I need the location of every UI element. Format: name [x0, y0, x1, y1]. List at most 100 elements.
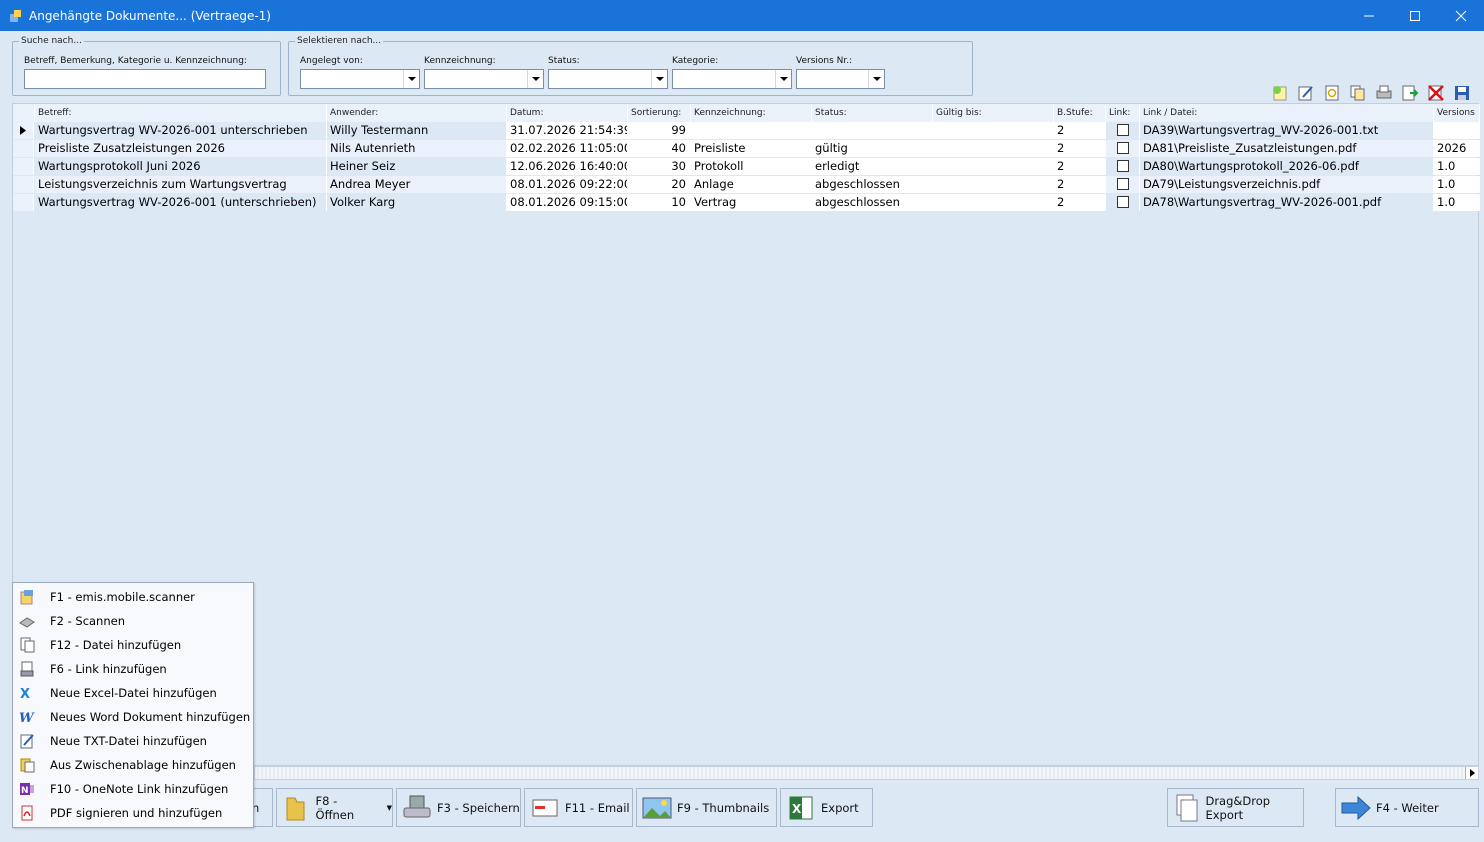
menu-item[interactable]: X Neue Excel-Datei hinzufügen [13, 681, 253, 705]
kennzeichnung-select[interactable] [424, 69, 544, 89]
cell-betreff[interactable]: Wartungsprotokoll Juni 2026 [35, 158, 327, 175]
cell-bstufe[interactable]: 2 [1054, 194, 1106, 211]
header-gueltig[interactable]: Gültig bis: [933, 104, 1054, 122]
link-checkbox[interactable] [1117, 196, 1129, 208]
cell-betreff[interactable]: Preisliste Zusatzleistungen 2026 [35, 140, 327, 157]
cell-anwender[interactable]: Heiner Seiz [327, 158, 507, 175]
cell-datum[interactable]: 02.02.2026 11:05:00 [507, 140, 628, 157]
save-icon[interactable] [1450, 83, 1474, 103]
header-kennzeichnung[interactable]: Kennzeichnung: [691, 104, 812, 122]
angelegt-select[interactable] [300, 69, 420, 89]
cell-status[interactable] [812, 122, 933, 139]
cell-anwender[interactable]: Willy Testermann [327, 122, 507, 139]
cell-version[interactable]: 1.0 [1434, 176, 1480, 193]
next-button[interactable]: F4 - Weiter [1335, 788, 1479, 827]
dragdrop-export-button[interactable]: Drag&Drop Export [1167, 788, 1304, 827]
header-anwender[interactable]: Anwender: [327, 104, 507, 122]
menu-item[interactable]: N F10 - OneNote Link hinzufügen [13, 777, 253, 801]
cell-version[interactable] [1434, 122, 1480, 139]
close-icon[interactable] [1438, 0, 1484, 31]
cell-datum[interactable]: 31.07.2026 21:54:39 [507, 122, 628, 139]
row-selector[interactable] [13, 158, 34, 175]
cell-datei[interactable]: DA80\Wartungsprotokoll_2026-06.pdf [1140, 158, 1434, 175]
cell-bstufe[interactable]: 2 [1054, 140, 1106, 157]
delete-icon[interactable] [1424, 83, 1448, 103]
cell-kennzeichnung[interactable] [691, 122, 812, 139]
link-checkbox[interactable] [1117, 160, 1129, 172]
table-row[interactable]: Wartungsvertrag WV-2026-001 unterschrieb… [13, 122, 1480, 140]
link-checkbox[interactable] [1117, 142, 1129, 154]
email-button[interactable]: F11 - Email [524, 788, 633, 827]
header-link[interactable]: Link: [1106, 104, 1140, 122]
cell-gueltig[interactable] [933, 194, 1054, 211]
link-checkbox[interactable] [1117, 124, 1129, 136]
menu-item[interactable]: F2 - Scannen [13, 609, 253, 633]
cell-sortierung[interactable]: 10 [628, 194, 691, 211]
cell-sortierung[interactable]: 40 [628, 140, 691, 157]
new-document-icon[interactable] [1268, 83, 1292, 103]
table-row[interactable]: Preisliste Zusatzleistungen 2026 Nils Aut… [13, 140, 1480, 158]
cell-anwender[interactable]: Andrea Meyer [327, 176, 507, 193]
open-button[interactable]: F8 - Öffnen ▼ [276, 788, 393, 827]
cell-kennzeichnung[interactable]: Protokoll [691, 158, 812, 175]
cell-betreff[interactable]: Wartungsvertrag WV-2026-001 (unterschrie… [35, 194, 327, 211]
cell-kennzeichnung[interactable]: Preisliste [691, 140, 812, 157]
cell-datei[interactable]: DA78\Wartungsvertrag_WV-2026-001.pdf [1140, 194, 1434, 211]
table-row[interactable]: Wartungsprotokoll Juni 2026 Heiner Seiz 12… [13, 158, 1480, 176]
copy-icon[interactable] [1346, 83, 1370, 103]
horizontal-scrollbar[interactable] [254, 766, 1479, 780]
scroll-right-icon[interactable] [1465, 767, 1478, 779]
cell-status[interactable]: abgeschlossen [812, 194, 933, 211]
cell-gueltig[interactable] [933, 158, 1054, 175]
kategorie-select[interactable] [672, 69, 792, 89]
cell-anwender[interactable]: Nils Autenrieth [327, 140, 507, 157]
cell-datei[interactable]: DA79\Leistungsverzeichnis.pdf [1140, 176, 1434, 193]
export-button[interactable]: X Export [780, 788, 873, 827]
current-row-arrow-icon[interactable] [13, 122, 34, 139]
row-selector[interactable] [13, 194, 34, 211]
minimize-icon[interactable] [1346, 0, 1392, 31]
row-selector[interactable] [13, 176, 34, 193]
header-datum[interactable]: Datum: [507, 104, 628, 122]
row-selector[interactable] [13, 140, 34, 157]
menu-item[interactable]: PDF signieren und hinzufügen [13, 801, 253, 825]
cell-betreff[interactable]: Wartungsvertrag WV-2026-001 unterschrieb… [35, 122, 327, 139]
dropdown-arrow-icon[interactable]: ▼ [387, 804, 392, 812]
cell-datum[interactable]: 12.06.2026 16:40:00 [507, 158, 628, 175]
cell-kennzeichnung[interactable]: Vertrag [691, 194, 812, 211]
header-versions[interactable]: Versions [1434, 104, 1480, 122]
cell-anwender[interactable]: Volker Karg [327, 194, 507, 211]
cell-gueltig[interactable] [933, 122, 1054, 139]
cell-bstufe[interactable]: 2 [1054, 176, 1106, 193]
cell-datum[interactable]: 08.01.2026 09:15:00 [507, 194, 628, 211]
menu-item[interactable]: W Neues Word Dokument hinzufügen [13, 705, 253, 729]
chevron-down-icon[interactable] [651, 70, 667, 88]
header-status[interactable]: Status: [812, 104, 933, 122]
header-datei[interactable]: Link / Datei: [1140, 104, 1434, 122]
status-select[interactable] [548, 69, 668, 89]
cell-sortierung[interactable]: 20 [628, 176, 691, 193]
print-icon[interactable] [1372, 83, 1396, 103]
cell-bstufe[interactable]: 2 [1054, 158, 1106, 175]
chevron-down-icon[interactable] [775, 70, 791, 88]
cell-status[interactable]: erledigt [812, 158, 933, 175]
menu-item[interactable]: Neue TXT-Datei hinzufügen [13, 729, 253, 753]
table-row[interactable]: Leistungsverzeichnis zum Wartungsvertrag… [13, 176, 1480, 194]
cell-version[interactable]: 2026 [1434, 140, 1480, 157]
refresh-icon[interactable] [1320, 83, 1344, 103]
cell-datei[interactable]: DA81\Preisliste_Zusatzleistungen.pdf [1140, 140, 1434, 157]
chevron-down-icon[interactable] [527, 70, 543, 88]
cell-datum[interactable]: 08.01.2026 09:22:00 [507, 176, 628, 193]
export-icon[interactable] [1398, 83, 1422, 103]
save-button[interactable]: F3 - Speichern [396, 788, 521, 827]
cell-version[interactable]: 1.0 [1434, 158, 1480, 175]
cell-sortierung[interactable]: 99 [628, 122, 691, 139]
menu-item[interactable]: F6 - Link hinzufügen [13, 657, 253, 681]
cell-betreff[interactable]: Leistungsverzeichnis zum Wartungsvertrag [35, 176, 327, 193]
cell-sortierung[interactable]: 30 [628, 158, 691, 175]
cell-status[interactable]: gültig [812, 140, 933, 157]
cell-version[interactable]: 1.0 [1434, 194, 1480, 211]
thumbnails-button[interactable]: F9 - Thumbnails [636, 788, 777, 827]
cell-gueltig[interactable] [933, 140, 1054, 157]
cell-gueltig[interactable] [933, 176, 1054, 193]
